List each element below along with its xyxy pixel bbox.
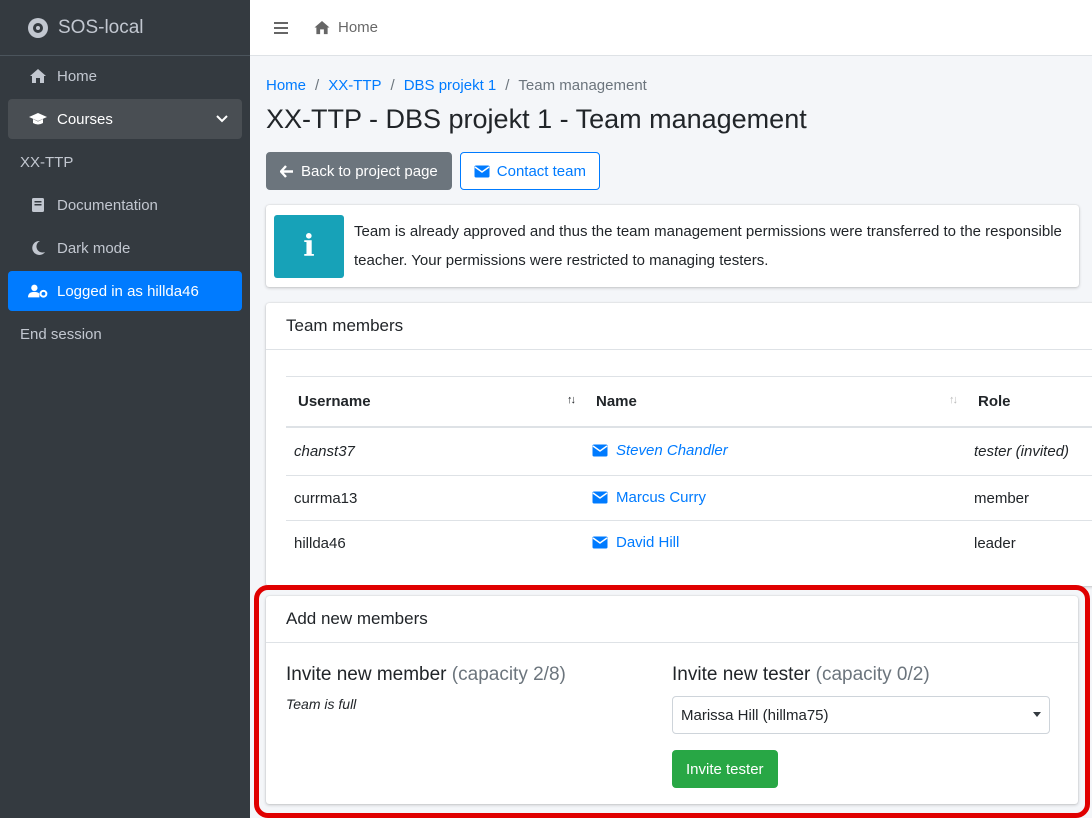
envelope-icon <box>474 165 490 177</box>
cell-name: David Hill <box>584 520 966 566</box>
breadcrumb-current: Team management <box>518 76 647 94</box>
breadcrumb-separator: / <box>315 76 320 94</box>
top-home-link[interactable]: Home <box>313 19 378 36</box>
envelope-icon <box>592 444 608 457</box>
top-home-label: Home <box>338 19 379 36</box>
member-mail-link[interactable]: Marcus Curry <box>592 489 706 506</box>
member-mail-link[interactable]: Steven Chandler <box>592 442 728 459</box>
team-members-card: Team members Username ↑↓ Name ↑↓ Role ch… <box>266 303 1092 586</box>
chevron-down-icon <box>216 111 228 128</box>
column-header-role[interactable]: Role <box>966 376 1092 428</box>
invite-tester-section: Invite new tester (capacity 0/2) Marissa… <box>672 663 1058 788</box>
main-content: Home / XX-TTP / DBS projekt 1 / Team man… <box>266 56 1092 586</box>
home-icon <box>314 20 330 35</box>
info-callout: i Team is already approved and thus the … <box>266 205 1079 287</box>
moon-icon <box>28 240 48 256</box>
brand-link[interactable]: SOS-local <box>0 0 250 56</box>
menu-toggle-icon[interactable] <box>274 21 288 34</box>
team-members-title: Team members <box>266 303 1092 350</box>
team-members-body: Username ↑↓ Name ↑↓ Role chanst37 Steven… <box>266 350 1092 586</box>
add-members-title: Add new members <box>266 596 1078 643</box>
action-buttons: Back to project page Contact team <box>266 152 1092 190</box>
user-cog-icon <box>28 283 48 299</box>
back-to-project-button[interactable]: Back to project page <box>266 152 452 190</box>
info-icon: i <box>274 214 344 278</box>
breadcrumb-home[interactable]: Home <box>266 77 306 94</box>
book-icon <box>28 197 48 213</box>
sidebar-item-home[interactable]: Home <box>8 56 242 96</box>
cell-username: chanst37 <box>294 442 355 460</box>
sidebar-item-label: Courses <box>57 110 113 128</box>
tester-select[interactable]: Marissa Hill (hillma75) <box>672 696 1050 734</box>
table-row: hillda46 David Hill leader <box>286 520 1092 566</box>
member-capacity: (capacity 2/8) <box>451 664 566 685</box>
sidebar-item-label: Logged in as hillda46 <box>57 282 199 300</box>
sidebar: SOS-local Home Courses XX-TTP Documentat… <box>0 0 250 818</box>
lifebuoy-icon <box>28 17 48 38</box>
invite-member-heading: Invite new member (capacity 2/8) <box>286 664 566 685</box>
sidebar-item-user[interactable]: Logged in as hillda46 <box>8 271 242 311</box>
cell-name: Marcus Curry <box>584 475 966 521</box>
arrow-left-icon <box>280 164 293 178</box>
cell-role: tester (invited) <box>974 442 1070 460</box>
add-members-card: Add new members Invite new member (capac… <box>266 596 1078 804</box>
sidebar-item-label: Documentation <box>57 196 158 214</box>
info-text: Team is already approved and thus the te… <box>354 223 1062 269</box>
sort-asc-icon[interactable]: ↑↓ <box>567 394 576 406</box>
home-icon <box>28 68 48 84</box>
member-mail-link[interactable]: David Hill <box>592 534 679 551</box>
table-row: currma13 Marcus Curry member <box>286 475 1092 521</box>
sidebar-item-documentation[interactable]: Documentation <box>8 185 242 225</box>
sidebar-item-dark-mode[interactable]: Dark mode <box>8 228 242 268</box>
cell-username: currma13 <box>286 475 584 521</box>
tester-capacity: (capacity 0/2) <box>815 664 930 685</box>
tester-select-value: Marissa Hill (hillma75) <box>681 706 829 724</box>
top-navbar: Home <box>250 0 1092 56</box>
sidebar-item-label: XX-TTP <box>20 153 74 171</box>
invite-tester-button[interactable]: Invite tester <box>672 750 778 788</box>
sidebar-item-courses[interactable]: Courses <box>8 99 242 139</box>
page-title: XX-TTP - DBS projekt 1 - Team management <box>266 104 807 134</box>
team-members-table: Username ↑↓ Name ↑↓ Role chanst37 Steven… <box>286 376 1092 566</box>
breadcrumb-course[interactable]: XX-TTP <box>328 77 381 94</box>
sidebar-item-xx-ttp[interactable]: XX-TTP <box>8 142 242 182</box>
sort-icon[interactable]: ↑↓ <box>949 394 958 406</box>
invite-member-section: Invite new member (capacity 2/8) Team is… <box>286 663 672 788</box>
cell-role: member <box>966 475 1092 521</box>
breadcrumb-project[interactable]: DBS projekt 1 <box>404 77 497 94</box>
breadcrumb-separator: / <box>505 76 510 94</box>
add-members-body: Invite new member (capacity 2/8) Team is… <box>266 643 1078 788</box>
team-full-note: Team is full <box>286 696 357 712</box>
table-row: chanst37 Steven Chandler tester (invited… <box>286 427 1092 476</box>
sidebar-item-end-session[interactable]: End session <box>8 314 242 354</box>
breadcrumb: Home / XX-TTP / DBS projekt 1 / Team man… <box>266 76 1092 94</box>
brand-name: SOS-local <box>58 16 144 38</box>
envelope-icon <box>592 536 608 549</box>
sidebar-item-label: Dark mode <box>57 239 131 257</box>
sidebar-item-label: Home <box>57 67 98 85</box>
column-header-name[interactable]: Name ↑↓ <box>584 376 966 428</box>
envelope-icon <box>592 491 608 503</box>
contact-team-label: Contact team <box>496 162 586 180</box>
breadcrumb-separator: / <box>390 76 395 94</box>
cell-username: hillda46 <box>286 520 584 566</box>
dropdown-arrow-icon <box>1033 712 1041 717</box>
column-header-username[interactable]: Username ↑↓ <box>286 376 584 428</box>
sidebar-nav: Home Courses XX-TTP Documentation Dark m… <box>0 56 250 354</box>
invite-tester-heading: Invite new tester (capacity 0/2) <box>672 664 930 685</box>
back-to-project-label: Back to project page <box>301 162 438 180</box>
contact-team-button[interactable]: Contact team <box>459 152 600 190</box>
graduation-cap-icon <box>28 112 48 126</box>
cell-name: Steven Chandler <box>584 427 966 476</box>
cell-role: leader <box>966 520 1092 566</box>
sidebar-item-label: End session <box>20 325 102 343</box>
